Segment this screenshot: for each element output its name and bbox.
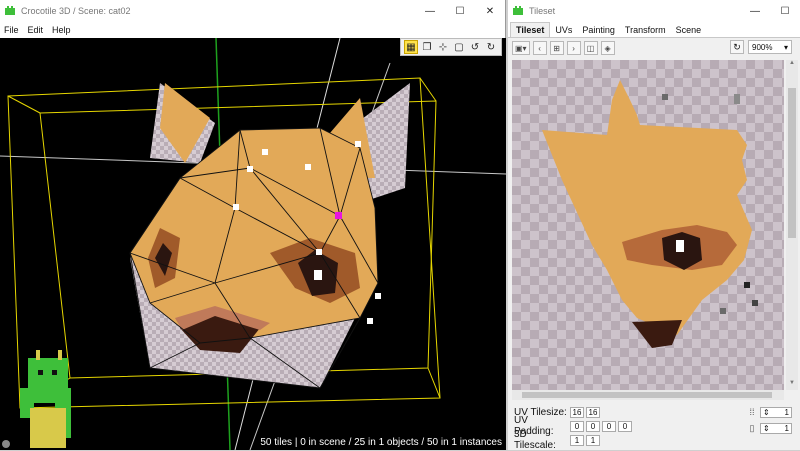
uv-padding-0[interactable]: 0 <box>570 420 584 432</box>
tileset-window: Tileset — ☐ Tileset UVs Painting Transfo… <box>508 0 800 451</box>
tab-scene[interactable]: Scene <box>671 23 707 37</box>
scroll-down-icon[interactable]: ▼ <box>786 380 798 390</box>
zoom-select[interactable]: 900% ▾ <box>748 40 792 54</box>
tileset-minimize-button[interactable]: — <box>740 0 770 22</box>
right-eye-highlight <box>314 270 322 280</box>
refresh-icon[interactable]: ↻ <box>730 40 744 54</box>
camera-mode-icon[interactable]: ❐ <box>420 40 434 54</box>
tileset-tabs: Tileset UVs Painting Transform Scene <box>508 22 800 38</box>
tileset-eye-highlight <box>676 240 684 252</box>
scroll-up-icon[interactable]: ▲ <box>786 60 798 70</box>
undo-icon[interactable]: ↺ <box>468 40 482 54</box>
uv-padding-2[interactable]: 0 <box>602 420 616 432</box>
tileset-maximize-button[interactable]: ☐ <box>770 0 800 22</box>
crocotile-app-icon <box>5 6 15 15</box>
window-title: Crocotile 3D / Scene: cat02 <box>21 6 131 16</box>
menu-file[interactable]: File <box>4 25 19 35</box>
spinner-arrows-icon: ⇕ <box>763 407 770 417</box>
prev-icon[interactable]: ‹ <box>532 41 547 55</box>
tab-transform[interactable]: Transform <box>620 23 671 37</box>
minimize-button[interactable]: — <box>415 0 445 22</box>
horizontal-scrollbar[interactable] <box>512 390 784 400</box>
tab-tileset[interactable]: Tileset <box>510 22 551 37</box>
frame-icon[interactable]: ◫ <box>583 41 598 55</box>
vertical-scrollbar[interactable]: ▲ ▼ <box>786 60 798 390</box>
layer-icon[interactable]: ◈ <box>600 41 615 55</box>
vertical-scroll-thumb[interactable] <box>788 88 796 238</box>
uv-padding-3[interactable]: 0 <box>618 420 632 432</box>
menu-bar: File Edit Help <box>0 22 505 38</box>
menu-help[interactable]: Help <box>52 25 71 35</box>
tilescale-y[interactable]: 1 <box>586 434 600 446</box>
status-bar: 50 tiles | 0 in scene / 25 in 1 objects … <box>260 437 502 448</box>
tab-painting[interactable]: Painting <box>577 23 620 37</box>
viewport-titlebar: Crocotile 3D / Scene: cat02 — ☐ ✕ <box>0 0 505 22</box>
3d-viewport[interactable]: ▦ ❐ ⊹ ▢ ↺ ↻ 50 tiles | 0 in scene / 25 i… <box>0 38 506 450</box>
grid-density-value: 1 <box>784 407 789 417</box>
tilescale-label: 3D Tilescale: <box>514 429 556 451</box>
selected-vertex <box>335 212 342 219</box>
grid-mode-icon[interactable]: ▦ <box>404 40 418 54</box>
menu-edit[interactable]: Edit <box>28 25 44 35</box>
close-button[interactable]: ✕ <box>475 0 505 22</box>
crocotile-mascot <box>20 350 71 448</box>
tab-uvs[interactable]: UVs <box>550 23 577 37</box>
page-spinner[interactable]: ⇕ 1 <box>760 422 792 434</box>
chevron-down-icon: ▾ <box>783 42 788 52</box>
redo-icon[interactable]: ↻ <box>484 40 498 54</box>
scene-render <box>0 38 506 450</box>
tileset-titlebar: Tileset — ☐ <box>508 0 800 22</box>
page-control: ▯ ⇕ 1 <box>746 422 792 434</box>
zoom-value: 900% <box>752 42 773 52</box>
next-icon[interactable]: › <box>566 41 581 55</box>
uv-tilesize-y[interactable]: 16 <box>586 406 600 418</box>
tilescale-x[interactable]: 1 <box>570 434 584 446</box>
tileset-canvas[interactable] <box>512 60 784 390</box>
crocotile-app-icon <box>513 6 523 15</box>
uv-tilesize-x[interactable]: 16 <box>570 406 584 418</box>
book-icon: ▯ <box>749 422 755 433</box>
spinner-arrows-icon: ⇕ <box>763 423 770 433</box>
dotted-grid-icon: ⁞⁞ <box>749 407 755 417</box>
grid-icon[interactable]: ⊞ <box>549 41 564 55</box>
viewport-window: Crocotile 3D / Scene: cat02 — ☐ ✕ File E… <box>0 0 506 450</box>
image-menu-icon[interactable]: ▣▾ <box>512 41 530 55</box>
page-value: 1 <box>784 423 789 433</box>
axis-mode-icon[interactable]: ⊹ <box>436 40 450 54</box>
grid-density-spinner[interactable]: ⇕ 1 <box>760 406 792 418</box>
horizontal-scroll-thumb[interactable] <box>522 392 772 398</box>
box-mode-icon[interactable]: ▢ <box>452 40 466 54</box>
viewport-toolbar: ▦ ❐ ⊹ ▢ ↺ ↻ <box>400 38 502 56</box>
grid-density-control: ⁞⁞ ⇕ 1 <box>746 406 792 418</box>
corner-indicator <box>2 440 10 448</box>
maximize-button[interactable]: ☐ <box>445 0 475 22</box>
tilescale-row: 3D Tilescale: 1 1 <box>514 429 602 451</box>
tileset-title: Tileset <box>529 6 556 16</box>
uv-padding-1[interactable]: 0 <box>586 420 600 432</box>
tileset-image <box>512 60 784 390</box>
